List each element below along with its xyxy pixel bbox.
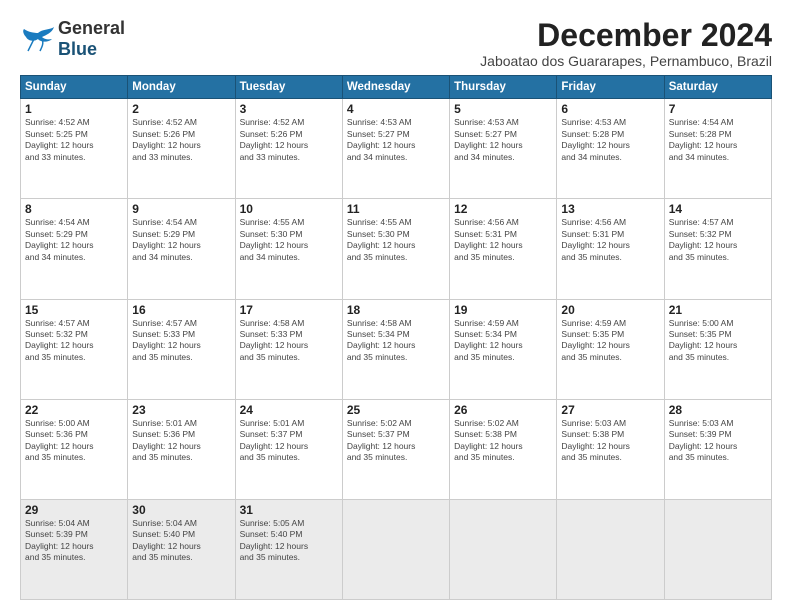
logo-general: General [58, 18, 125, 38]
table-row: 15Sunrise: 4:57 AMSunset: 5:32 PMDayligh… [21, 299, 128, 399]
table-row: 5Sunrise: 4:53 AMSunset: 5:27 PMDaylight… [450, 99, 557, 199]
table-row: 24Sunrise: 5:01 AMSunset: 5:37 PMDayligh… [235, 399, 342, 499]
table-row: 17Sunrise: 4:58 AMSunset: 5:33 PMDayligh… [235, 299, 342, 399]
table-row: 28Sunrise: 5:03 AMSunset: 5:39 PMDayligh… [664, 399, 771, 499]
col-friday: Friday [557, 76, 664, 99]
title-block: December 2024 Jaboatao dos Guararapes, P… [480, 18, 772, 69]
table-row: 12Sunrise: 4:56 AMSunset: 5:31 PMDayligh… [450, 199, 557, 299]
table-row: 9Sunrise: 4:54 AMSunset: 5:29 PMDaylight… [128, 199, 235, 299]
table-row: 7Sunrise: 4:54 AMSunset: 5:28 PMDaylight… [664, 99, 771, 199]
table-row: 3Sunrise: 4:52 AMSunset: 5:26 PMDaylight… [235, 99, 342, 199]
month-title: December 2024 [480, 18, 772, 53]
table-row: 19Sunrise: 4:59 AMSunset: 5:34 PMDayligh… [450, 299, 557, 399]
table-row: 10Sunrise: 4:55 AMSunset: 5:30 PMDayligh… [235, 199, 342, 299]
table-row: 8Sunrise: 4:54 AMSunset: 5:29 PMDaylight… [21, 199, 128, 299]
table-row: 22Sunrise: 5:00 AMSunset: 5:36 PMDayligh… [21, 399, 128, 499]
table-row [557, 499, 664, 599]
table-row: 29Sunrise: 5:04 AMSunset: 5:39 PMDayligh… [21, 499, 128, 599]
table-row [342, 499, 449, 599]
table-row: 16Sunrise: 4:57 AMSunset: 5:33 PMDayligh… [128, 299, 235, 399]
logo-icon [20, 25, 56, 53]
table-row: 18Sunrise: 4:58 AMSunset: 5:34 PMDayligh… [342, 299, 449, 399]
col-monday: Monday [128, 76, 235, 99]
col-tuesday: Tuesday [235, 76, 342, 99]
col-wednesday: Wednesday [342, 76, 449, 99]
col-saturday: Saturday [664, 76, 771, 99]
table-row [450, 499, 557, 599]
logo-blue: Blue [58, 39, 97, 59]
table-row: 13Sunrise: 4:56 AMSunset: 5:31 PMDayligh… [557, 199, 664, 299]
table-row [664, 499, 771, 599]
page: General Blue December 2024 Jaboatao dos … [0, 0, 792, 612]
col-thursday: Thursday [450, 76, 557, 99]
table-row: 25Sunrise: 5:02 AMSunset: 5:37 PMDayligh… [342, 399, 449, 499]
table-row: 23Sunrise: 5:01 AMSunset: 5:36 PMDayligh… [128, 399, 235, 499]
table-row: 21Sunrise: 5:00 AMSunset: 5:35 PMDayligh… [664, 299, 771, 399]
header: General Blue December 2024 Jaboatao dos … [20, 18, 772, 69]
table-row: 1Sunrise: 4:52 AMSunset: 5:25 PMDaylight… [21, 99, 128, 199]
logo: General Blue [20, 18, 125, 60]
table-row: 14Sunrise: 4:57 AMSunset: 5:32 PMDayligh… [664, 199, 771, 299]
col-sunday: Sunday [21, 76, 128, 99]
table-row: 31Sunrise: 5:05 AMSunset: 5:40 PMDayligh… [235, 499, 342, 599]
table-row: 27Sunrise: 5:03 AMSunset: 5:38 PMDayligh… [557, 399, 664, 499]
calendar-header-row: Sunday Monday Tuesday Wednesday Thursday… [21, 76, 772, 99]
table-row: 6Sunrise: 4:53 AMSunset: 5:28 PMDaylight… [557, 99, 664, 199]
table-row: 2Sunrise: 4:52 AMSunset: 5:26 PMDaylight… [128, 99, 235, 199]
table-row: 4Sunrise: 4:53 AMSunset: 5:27 PMDaylight… [342, 99, 449, 199]
table-row: 30Sunrise: 5:04 AMSunset: 5:40 PMDayligh… [128, 499, 235, 599]
table-row: 11Sunrise: 4:55 AMSunset: 5:30 PMDayligh… [342, 199, 449, 299]
table-row: 20Sunrise: 4:59 AMSunset: 5:35 PMDayligh… [557, 299, 664, 399]
table-row: 26Sunrise: 5:02 AMSunset: 5:38 PMDayligh… [450, 399, 557, 499]
calendar-table: Sunday Monday Tuesday Wednesday Thursday… [20, 75, 772, 600]
location-subtitle: Jaboatao dos Guararapes, Pernambuco, Bra… [480, 53, 772, 69]
